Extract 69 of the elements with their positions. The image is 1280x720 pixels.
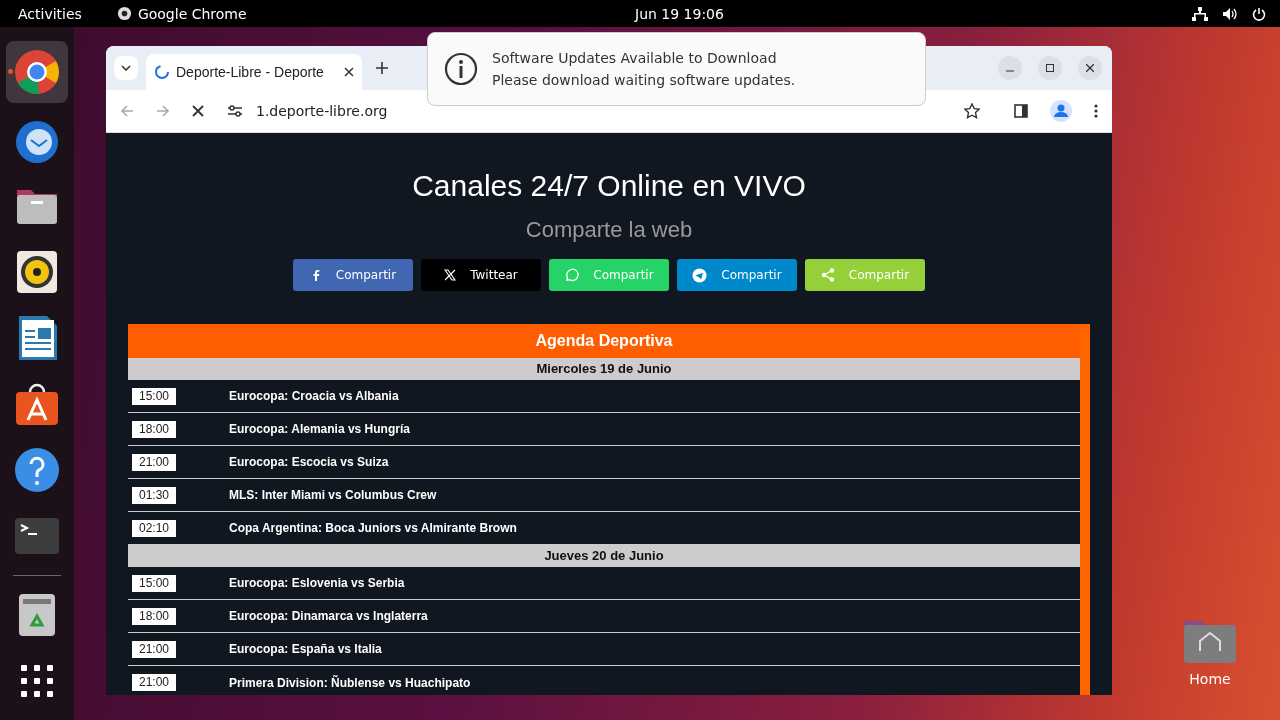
chevron-down-icon <box>121 65 131 71</box>
notification-body: Please download waiting software updates. <box>492 72 796 88</box>
whatsapp-icon <box>564 267 580 283</box>
profile-icon[interactable] <box>1050 100 1072 122</box>
stop-icon[interactable] <box>192 105 204 117</box>
tab-search-button[interactable] <box>114 56 138 80</box>
event-time: 21:00 <box>132 674 176 691</box>
event-row[interactable]: 15:00 Eurocopa: Eslovenia vs Serbia <box>128 567 1080 600</box>
minimize-button[interactable] <box>998 56 1022 80</box>
volume-icon[interactable] <box>1222 6 1238 21</box>
event-time: 15:00 <box>132 387 176 405</box>
day-header: Miercoles 19 de Junio <box>128 358 1080 380</box>
share-icon <box>820 268 835 282</box>
event-row[interactable]: 21:00 Primera Division: Ñublense vs Huachipato <box>128 666 1080 695</box>
event-row[interactable]: 18:00 Eurocopa: Dinamarca vs Inglaterra <box>128 600 1080 633</box>
site-settings-icon[interactable] <box>228 105 242 117</box>
event-row[interactable]: 21:00 Eurocopa: España vs Italia <box>128 633 1080 666</box>
event-title: Eurocopa: Dinamarca vs Inglaterra <box>229 609 428 623</box>
side-panel-icon[interactable] <box>1014 104 1028 118</box>
activities-button[interactable]: Activities <box>0 5 100 22</box>
share-button[interactable]: Compartir <box>293 259 413 291</box>
maximize-button[interactable] <box>1038 56 1062 80</box>
event-time: 21:00 <box>132 453 176 471</box>
share-button[interactable]: Twittear <box>421 259 541 291</box>
dock-app-icon[interactable] <box>6 41 68 103</box>
event-time: 18:00 <box>132 607 176 625</box>
event-title: Primera Division: Ñublense vs Huachipato <box>229 675 471 690</box>
event-title: Eurocopa: Croacia vs Albania <box>229 389 399 403</box>
event-title: Eurocopa: Alemania vs Hungría <box>229 422 410 436</box>
event-time: 18:00 <box>132 420 176 438</box>
close-icon[interactable] <box>344 67 354 77</box>
close-icon <box>1086 64 1094 72</box>
event-row[interactable]: 15:00 Eurocopa: Croacia vs Albania <box>128 380 1080 413</box>
new-tab-icon[interactable] <box>376 62 388 74</box>
telegram-icon <box>692 267 708 283</box>
event-time: 21:00 <box>132 640 176 658</box>
maximize-icon <box>1046 64 1054 72</box>
loading-icon <box>154 64 170 80</box>
event-time: 02:10 <box>132 519 176 537</box>
bookmark-star-icon[interactable] <box>964 103 980 119</box>
event-title: Copa Argentina: Boca Juniors vs Almirante Brown <box>229 521 517 535</box>
event-row[interactable]: 18:00 Eurocopa: Alemania vs Hungría <box>128 413 1080 446</box>
event-time: 15:00 <box>132 574 176 592</box>
network-icon[interactable] <box>1192 6 1208 21</box>
page-subtitle: Comparte la web <box>524 217 694 243</box>
event-title: Eurocopa: Escocia vs Suiza <box>229 455 389 469</box>
desktop-icon[interactable]: Home <box>1182 617 1238 687</box>
notification-title: Software Updates Available to Download <box>492 50 778 66</box>
event-title: Eurocopa: Eslovenia vs Serbia <box>229 576 405 590</box>
event-title: MLS: Inter Miami vs Columbus Crew <box>229 488 437 502</box>
close-button[interactable] <box>1078 56 1102 80</box>
power-icon[interactable] <box>1252 6 1266 21</box>
x-icon <box>444 269 457 281</box>
tab-title: Deporte-Libre - Deporte <box>176 64 325 80</box>
event-title: Eurocopa: España vs Italia <box>229 642 382 656</box>
page-title: Canales 24/7 Online en VIVO <box>411 169 807 203</box>
browser-tab[interactable]: Deporte-Libre - Deporte <box>146 54 362 90</box>
event-time: 01:30 <box>132 486 176 504</box>
clock[interactable]: Jun 19 19:06 <box>635 5 724 22</box>
event-row[interactable]: 21:00 Eurocopa: Escocia vs Suiza <box>128 446 1080 479</box>
app-menu[interactable]: Google Chrome <box>116 5 247 22</box>
notification[interactable]: Software Updates Available to Download Please download waiting software updates. <box>427 32 926 106</box>
share-button[interactable]: Compartir <box>677 259 797 291</box>
info-icon <box>444 52 478 86</box>
agenda-header: Agenda Deportiva <box>128 324 1080 358</box>
menu-icon[interactable] <box>1094 104 1098 118</box>
day-header: Jueves 20 de Junio <box>128 545 1080 567</box>
event-row[interactable]: 01:30 MLS: Inter Miami vs Columbus Crew <box>128 479 1080 512</box>
desktop-icon-label: Home <box>1189 671 1231 687</box>
